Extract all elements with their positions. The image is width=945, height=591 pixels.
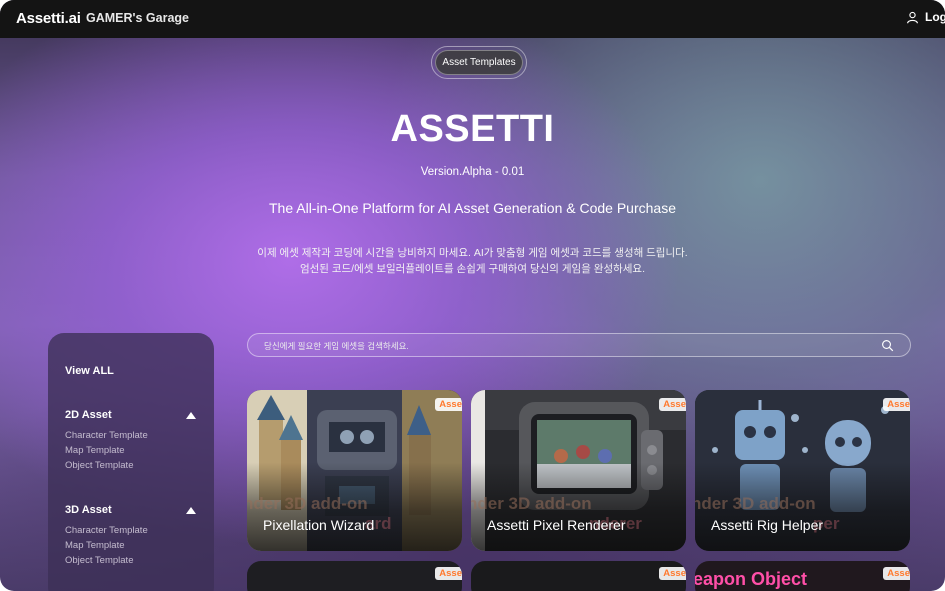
- search-icon[interactable]: [881, 339, 894, 352]
- card-watermark: nder 3D add-on: [695, 494, 816, 513]
- triangle-up-icon[interactable]: [186, 506, 196, 514]
- hero-description: 이제 에셋 제작과 코딩에 시간을 낭비하지 마세요. AI가 맞춤형 게임 에…: [0, 245, 945, 277]
- sidebar-item-character-template[interactable]: Character Template: [65, 525, 197, 536]
- sidebar-group-label: 2D Asset: [65, 409, 112, 421]
- subbrand-link[interactable]: GAMER's Garage: [86, 11, 189, 25]
- card-title: Assetti Pixel Renderer: [487, 517, 626, 533]
- sidebar-group-2d: 2D Asset Character Template Map Template…: [65, 409, 197, 471]
- card-title: Assetti Rig Helper: [711, 517, 824, 533]
- sidebar-view-all[interactable]: View ALL: [65, 365, 114, 377]
- search-bar[interactable]: 당신에게 필요한 게임 에셋을 검색하세요.: [247, 333, 911, 357]
- card-watermark: eapon Object: [695, 569, 808, 589]
- sidebar-group-header-2d[interactable]: 2D Asset: [65, 409, 197, 421]
- logo[interactable]: Assetti.ai: [16, 10, 81, 27]
- card-watermark: nder 3D add-on: [247, 494, 368, 513]
- version-text: Version.Alpha - 0.01: [420, 166, 525, 178]
- asset-card[interactable]: nder 3D add-on nderer Asse Assetti Pixel…: [471, 390, 686, 551]
- sidebar-group-label: 3D Asset: [65, 504, 112, 516]
- category-sidebar: View ALL 2D Asset Character Template Map…: [48, 333, 214, 591]
- asset-card[interactable]: eapon Object Asse: [695, 561, 910, 591]
- search-input[interactable]: 당신에게 필요한 게임 에셋을 검색하세요.: [264, 340, 409, 352]
- login-button[interactable]: Log: [906, 10, 945, 24]
- card-badge: Asse: [883, 398, 910, 411]
- sidebar-item-map-template[interactable]: Map Template: [65, 540, 197, 551]
- asset-templates-pill[interactable]: Asset Templates: [431, 46, 527, 79]
- description-line-1: 이제 에셋 제작과 코딩에 시간을 낭비하지 마세요. AI가 맞춤형 게임 에…: [257, 247, 688, 259]
- sidebar-group-header-3d[interactable]: 3D Asset: [65, 504, 197, 516]
- card-badge: Asse: [435, 567, 462, 580]
- top-nav-bar: Assetti.ai GAMER's Garage Log: [0, 0, 945, 38]
- card-badge: Asse: [883, 567, 910, 580]
- login-label: Log: [925, 10, 945, 24]
- card-badge: Asse: [435, 398, 462, 411]
- sidebar-item-object-template[interactable]: Object Template: [65, 555, 197, 566]
- card-badge: Asse: [659, 398, 686, 411]
- card-badge: Asse: [659, 567, 686, 580]
- triangle-up-icon[interactable]: [186, 411, 196, 419]
- card-watermark: nder 3D add-on: [471, 494, 592, 513]
- description-line-2: 엄선된 코드/에셋 보일러플레이트를 손쉽게 구매하여 당신의 게임을 완성하세…: [299, 263, 646, 275]
- hero-title: ASSETTI: [390, 108, 555, 150]
- sidebar-item-object-template[interactable]: Object Template: [65, 460, 197, 471]
- asset-card[interactable]: Asse: [471, 561, 686, 591]
- user-icon: [907, 11, 918, 23]
- asset-card[interactable]: Asse: [247, 561, 462, 591]
- card-title: Pixellation Wizard: [263, 517, 375, 533]
- sidebar-group-3d: 3D Asset Character Template Map Template…: [65, 504, 197, 566]
- tagline: The All-in-One Platform for AI Asset Gen…: [269, 200, 676, 216]
- app-window: Assetti.ai GAMER's Garage Log Asset Temp…: [0, 0, 945, 591]
- sidebar-item-map-template[interactable]: Map Template: [65, 445, 197, 456]
- asset-card[interactable]: nder 3D add-on per Asse Assetti Rig Help…: [695, 390, 910, 551]
- sidebar-item-character-template[interactable]: Character Template: [65, 430, 197, 441]
- asset-templates-label: Asset Templates: [435, 50, 523, 75]
- asset-card[interactable]: nder 3D add-on ard Asse Pixellation Wiza…: [247, 390, 462, 551]
